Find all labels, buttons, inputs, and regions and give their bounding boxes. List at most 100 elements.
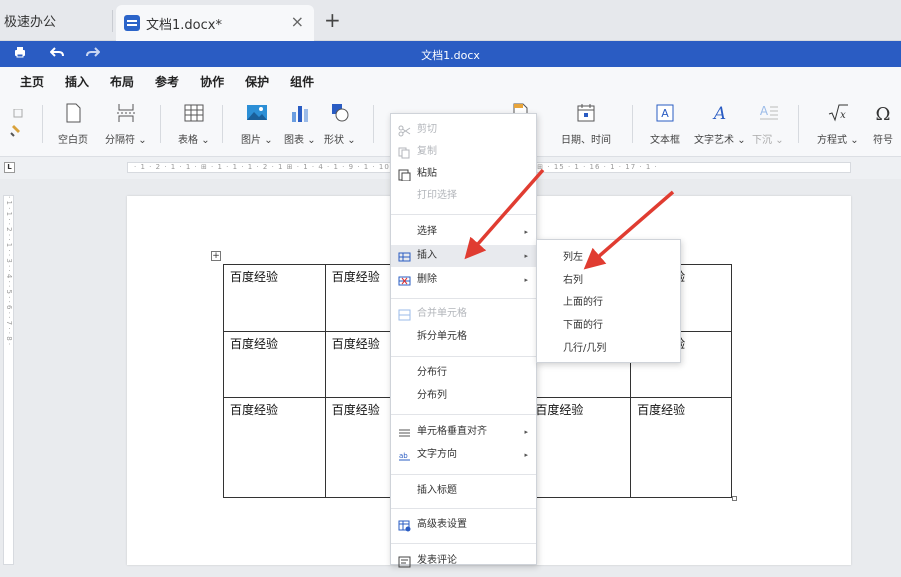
chart-button[interactable]: 图表 ⌄ [284,103,316,146]
calendar-icon [575,103,597,123]
menu-item-cell-vertical-align[interactable]: 单元格垂直对齐 ▸ [391,421,536,443]
tab-collaborate[interactable]: 协作 [200,73,224,90]
copy-icon [398,146,411,159]
dropcap-button[interactable]: A 下沉 ⌄ [752,103,784,146]
datetime-button[interactable]: 日期、时间 [561,103,611,146]
menu-item-distribute-columns[interactable]: 分布列 [391,385,536,407]
tab-strip: 极速办公 文档1.docx* × + [0,0,901,41]
page-break-label: 分隔符 ⌄ [105,135,147,146]
svg-text:Ω: Ω [876,104,891,123]
new-tab-button[interactable]: + [324,8,341,32]
menu-item-delete[interactable]: 删除 ▸ [391,269,536,291]
menu-item-paste[interactable]: 粘贴 [391,163,536,185]
close-tab-icon[interactable]: × [291,12,304,31]
submenu-item-insert-column-left[interactable]: 列左 [537,246,680,269]
blank-page-button[interactable]: 空白页 [58,103,88,146]
menu-item-select[interactable]: 选择 ▸ [391,221,536,243]
tab-layout[interactable]: 布局 [110,73,134,90]
tab-references[interactable]: 参考 [155,73,179,90]
menu-item-advanced-table-settings[interactable]: 高级表设置 [391,514,536,536]
shape-button[interactable]: 形状 ⌄ [324,103,356,146]
page-break-icon [115,103,137,123]
textart-icon: A [709,103,731,124]
tab-home[interactable]: 主页 [20,73,44,90]
table-cell[interactable]: 百度经验 [528,397,632,498]
chart-label: 图表 ⌄ [284,135,316,146]
omega-icon: Ω [872,103,894,125]
blank-page-icon [62,103,84,123]
menu-item-cut[interactable]: 剪切 [391,119,536,141]
table-label: 表格 ⌄ [178,135,210,146]
menu-item-text-direction[interactable]: ab 文字方向 ▸ [391,444,536,466]
comment-icon [398,555,411,568]
svg-text:A: A [712,104,726,123]
delete-icon [398,274,411,286]
picture-button[interactable]: 图片 ⌄ [241,103,273,146]
chart-icon [289,103,311,123]
submenu-arrow-icon: ▸ [524,451,528,459]
textbox-button[interactable]: A 文本框 [650,103,680,146]
menu-item-split-cells[interactable]: 拆分单元格 [391,326,536,348]
table-cell[interactable]: 百度经验 [223,264,326,332]
table-cell[interactable]: 百度经验 [223,331,326,398]
document-tab[interactable]: 文档1.docx* × [116,5,314,41]
textbox-icon: A [654,103,676,123]
submenu-item-insert-row-below[interactable]: 下面的行 [537,314,680,337]
svg-text:A: A [661,107,669,120]
submenu-item-insert-rows-columns[interactable]: 几行/几列 [537,337,680,360]
vertical-ruler[interactable]: · 1 · 1 · · 2 · · 1 · · 3 · · 4 · · 5 · … [3,195,14,565]
tab-components[interactable]: 组件 [290,73,314,90]
menu-item-add-comment[interactable]: 发表评论 [391,550,536,572]
menu-item-insert[interactable]: 插入 ▸ [391,245,536,267]
table-move-handle[interactable]: + [211,251,221,261]
tab-stop-selector[interactable]: L [4,162,15,173]
menu-item-copy[interactable]: 复制 [391,141,536,163]
scissors-icon [398,124,411,137]
tab-protect[interactable]: 保护 [245,73,269,90]
insert-submenu: 列左 右列 上面的行 下面的行 几行/几列 [536,239,681,363]
insert-icon [398,250,411,262]
align-icon [398,426,411,438]
menu-item-distribute-rows[interactable]: 分布行 [391,362,536,384]
format-painter-icon[interactable] [8,108,24,142]
menu-item-merge-cells[interactable]: 合并单元格 [391,303,536,325]
dropcap-icon: A [757,103,779,123]
table-cell[interactable]: 百度经验 [630,397,732,498]
tab-insert[interactable]: 插入 [65,73,89,98]
equation-button[interactable]: x 方程式 ⌄ [817,103,859,146]
submenu-arrow-icon: ▸ [524,228,528,236]
table-resize-handle[interactable] [732,496,737,501]
datetime-label: 日期、时间 [561,135,611,146]
picture-icon [246,103,268,123]
page-break-button[interactable]: 分隔符 ⌄ [105,103,147,146]
textbox-label: 文本框 [650,135,680,146]
text-direction-icon: ab [398,449,411,461]
table-button[interactable]: 表格 ⌄ [178,103,210,146]
symbol-button[interactable]: Ω 符号 [872,103,894,146]
textart-label: 文字艺术 ⌄ [694,135,746,146]
table-icon [183,103,205,123]
textart-button[interactable]: A 文字艺术 ⌄ [694,103,746,146]
shape-icon [329,103,351,123]
menu-item-insert-caption[interactable]: 插入标题 [391,480,536,502]
equation-label: 方程式 ⌄ [817,135,859,146]
submenu-arrow-icon: ▸ [524,428,528,436]
undo-icon[interactable] [49,45,64,63]
menu-item-print-selection[interactable]: 打印选择 [391,185,536,207]
submenu-item-insert-row-above[interactable]: 上面的行 [537,291,680,314]
table-settings-icon [398,519,411,532]
submenu-arrow-icon: ▸ [524,252,528,260]
table-cell[interactable]: 百度经验 [223,397,326,498]
redo-icon[interactable] [86,45,101,63]
tab-divider [112,10,113,32]
svg-text:A: A [760,104,769,118]
submenu-item-insert-column-right[interactable]: 右列 [537,269,680,292]
title-bar: 文档1.docx [0,41,901,67]
print-icon[interactable] [13,45,27,63]
dropcap-label: 下沉 ⌄ [752,135,784,146]
app-tab[interactable]: 极速办公 [0,0,112,41]
picture-label: 图片 ⌄ [241,135,273,146]
svg-text:x: x [840,110,846,121]
app-tab-label: 极速办公 [4,15,57,30]
document-icon [124,15,140,31]
